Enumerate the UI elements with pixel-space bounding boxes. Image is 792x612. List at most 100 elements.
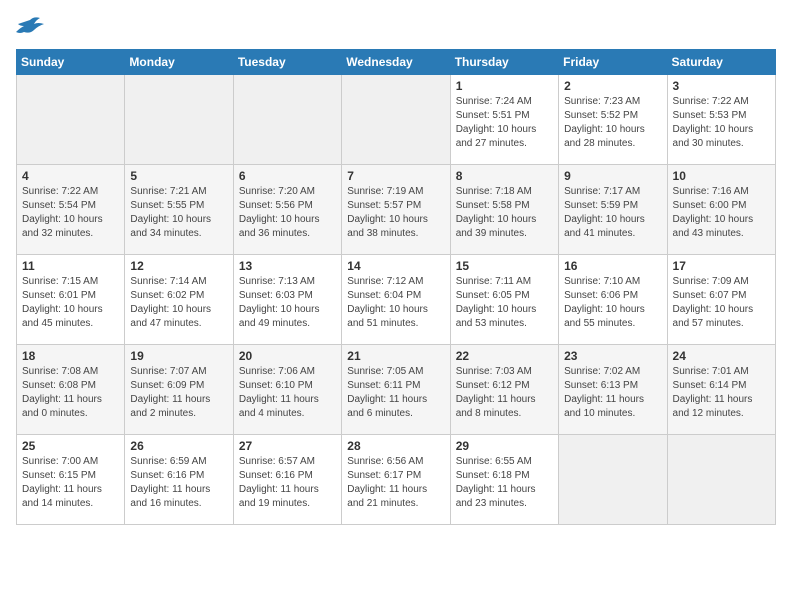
day-info: Sunrise: 7:18 AM Sunset: 5:58 PM Dayligh… [456,185,553,241]
day-info: Sunrise: 7:22 AM Sunset: 5:53 PM Dayligh… [673,95,770,151]
weekday-header-friday: Friday [559,50,667,75]
calendar-cell: 2 Sunrise: 7:23 AM Sunset: 5:52 PM Daylig… [559,75,667,165]
calendar-cell: 20 Sunrise: 7:06 AM Sunset: 6:10 PM Dayli… [233,345,341,435]
day-info: Sunrise: 7:10 AM Sunset: 6:06 PM Dayligh… [564,275,661,331]
weekday-header-wednesday: Wednesday [342,50,450,75]
calendar-cell: 12 Sunrise: 7:14 AM Sunset: 6:02 PM Dayli… [125,255,233,345]
day-number: 13 [239,259,336,273]
day-number: 1 [456,79,553,93]
day-number: 6 [239,169,336,183]
day-number: 9 [564,169,661,183]
calendar-cell: 17 Sunrise: 7:09 AM Sunset: 6:07 PM Dayli… [667,255,775,345]
day-info: Sunrise: 7:23 AM Sunset: 5:52 PM Dayligh… [564,95,661,151]
calendar-cell: 26 Sunrise: 6:59 AM Sunset: 6:16 PM Dayli… [125,435,233,525]
day-number: 19 [130,349,227,363]
day-info: Sunrise: 7:14 AM Sunset: 6:02 PM Dayligh… [130,275,227,331]
weekday-header-sunday: Sunday [17,50,125,75]
calendar-cell: 13 Sunrise: 7:13 AM Sunset: 6:03 PM Dayli… [233,255,341,345]
day-info: Sunrise: 7:01 AM Sunset: 6:14 PM Dayligh… [673,365,770,421]
calendar-cell [667,435,775,525]
day-info: Sunrise: 6:57 AM Sunset: 6:16 PM Dayligh… [239,455,336,511]
calendar-cell: 22 Sunrise: 7:03 AM Sunset: 6:12 PM Dayli… [450,345,558,435]
weekday-header-thursday: Thursday [450,50,558,75]
day-number: 24 [673,349,770,363]
day-number: 22 [456,349,553,363]
day-number: 17 [673,259,770,273]
day-info: Sunrise: 7:03 AM Sunset: 6:12 PM Dayligh… [456,365,553,421]
day-number: 28 [347,439,444,453]
day-info: Sunrise: 7:09 AM Sunset: 6:07 PM Dayligh… [673,275,770,331]
calendar-cell [125,75,233,165]
calendar-table: SundayMondayTuesdayWednesdayThursdayFrid… [16,49,776,525]
calendar-cell: 6 Sunrise: 7:20 AM Sunset: 5:56 PM Daylig… [233,165,341,255]
day-info: Sunrise: 7:20 AM Sunset: 5:56 PM Dayligh… [239,185,336,241]
day-number: 5 [130,169,227,183]
day-number: 27 [239,439,336,453]
calendar-cell: 7 Sunrise: 7:19 AM Sunset: 5:57 PM Daylig… [342,165,450,255]
calendar-cell: 23 Sunrise: 7:02 AM Sunset: 6:13 PM Dayli… [559,345,667,435]
day-number: 7 [347,169,444,183]
day-info: Sunrise: 7:24 AM Sunset: 5:51 PM Dayligh… [456,95,553,151]
day-info: Sunrise: 6:56 AM Sunset: 6:17 PM Dayligh… [347,455,444,511]
day-info: Sunrise: 6:59 AM Sunset: 6:16 PM Dayligh… [130,455,227,511]
day-info: Sunrise: 6:55 AM Sunset: 6:18 PM Dayligh… [456,455,553,511]
calendar-cell: 10 Sunrise: 7:16 AM Sunset: 6:00 PM Dayli… [667,165,775,255]
calendar-cell: 8 Sunrise: 7:18 AM Sunset: 5:58 PM Daylig… [450,165,558,255]
day-info: Sunrise: 7:07 AM Sunset: 6:09 PM Dayligh… [130,365,227,421]
calendar-cell: 29 Sunrise: 6:55 AM Sunset: 6:18 PM Dayli… [450,435,558,525]
day-info: Sunrise: 7:06 AM Sunset: 6:10 PM Dayligh… [239,365,336,421]
weekday-header-saturday: Saturday [667,50,775,75]
day-info: Sunrise: 7:15 AM Sunset: 6:01 PM Dayligh… [22,275,119,331]
calendar-cell: 14 Sunrise: 7:12 AM Sunset: 6:04 PM Dayli… [342,255,450,345]
calendar-cell: 19 Sunrise: 7:07 AM Sunset: 6:09 PM Dayli… [125,345,233,435]
day-info: Sunrise: 7:05 AM Sunset: 6:11 PM Dayligh… [347,365,444,421]
day-number: 15 [456,259,553,273]
day-info: Sunrise: 7:12 AM Sunset: 6:04 PM Dayligh… [347,275,444,331]
calendar-cell: 15 Sunrise: 7:11 AM Sunset: 6:05 PM Dayli… [450,255,558,345]
day-number: 4 [22,169,119,183]
day-info: Sunrise: 7:17 AM Sunset: 5:59 PM Dayligh… [564,185,661,241]
calendar-cell: 4 Sunrise: 7:22 AM Sunset: 5:54 PM Daylig… [17,165,125,255]
calendar-cell: 16 Sunrise: 7:10 AM Sunset: 6:06 PM Dayli… [559,255,667,345]
weekday-header-tuesday: Tuesday [233,50,341,75]
day-number: 11 [22,259,119,273]
day-info: Sunrise: 7:16 AM Sunset: 6:00 PM Dayligh… [673,185,770,241]
day-number: 10 [673,169,770,183]
day-number: 21 [347,349,444,363]
day-number: 2 [564,79,661,93]
day-info: Sunrise: 7:21 AM Sunset: 5:55 PM Dayligh… [130,185,227,241]
calendar-cell [342,75,450,165]
day-info: Sunrise: 7:13 AM Sunset: 6:03 PM Dayligh… [239,275,336,331]
calendar-cell: 24 Sunrise: 7:01 AM Sunset: 6:14 PM Dayli… [667,345,775,435]
logo [16,16,44,41]
bird-icon [16,16,44,36]
calendar-cell: 25Sunrise: 7:00 AM Sunset: 6:15 PM Dayli… [17,435,125,525]
calendar-cell: 11 Sunrise: 7:15 AM Sunset: 6:01 PM Dayli… [17,255,125,345]
calendar-cell: 5 Sunrise: 7:21 AM Sunset: 5:55 PM Daylig… [125,165,233,255]
calendar-cell: 28 Sunrise: 6:56 AM Sunset: 6:17 PM Dayli… [342,435,450,525]
weekday-header-monday: Monday [125,50,233,75]
calendar-cell: 27 Sunrise: 6:57 AM Sunset: 6:16 PM Dayli… [233,435,341,525]
day-number: 25 [22,439,119,453]
calendar-cell [233,75,341,165]
day-number: 18 [22,349,119,363]
day-number: 26 [130,439,227,453]
calendar-cell: 21 Sunrise: 7:05 AM Sunset: 6:11 PM Dayli… [342,345,450,435]
day-number: 23 [564,349,661,363]
day-info: Sunrise: 7:19 AM Sunset: 5:57 PM Dayligh… [347,185,444,241]
calendar-cell [17,75,125,165]
calendar-cell: 18 Sunrise: 7:08 AM Sunset: 6:08 PM Dayli… [17,345,125,435]
day-info: Sunrise: 7:02 AM Sunset: 6:13 PM Dayligh… [564,365,661,421]
day-number: 29 [456,439,553,453]
calendar-cell: 1 Sunrise: 7:24 AM Sunset: 5:51 PM Daylig… [450,75,558,165]
day-info: Sunrise: 7:22 AM Sunset: 5:54 PM Dayligh… [22,185,119,241]
day-info: Sunrise: 7:08 AM Sunset: 6:08 PM Dayligh… [22,365,119,421]
day-number: 14 [347,259,444,273]
calendar-cell [559,435,667,525]
day-number: 8 [456,169,553,183]
day-number: 3 [673,79,770,93]
day-number: 12 [130,259,227,273]
day-info: Sunrise: 7:11 AM Sunset: 6:05 PM Dayligh… [456,275,553,331]
day-number: 20 [239,349,336,363]
day-number: 16 [564,259,661,273]
